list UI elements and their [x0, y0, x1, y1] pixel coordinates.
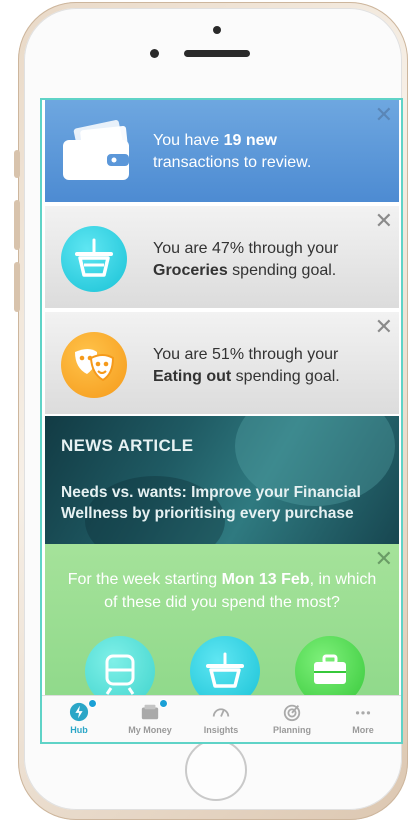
notification-dot [159, 699, 168, 708]
news-title[interactable]: Needs vs. wants: Improve your Financial … [61, 482, 391, 524]
wallet-icon [141, 704, 159, 720]
close-icon[interactable]: ✕ [375, 316, 393, 338]
gauge-icon [212, 708, 230, 717]
groceries-suffix: spending goal. [227, 262, 337, 279]
close-icon[interactable]: ✕ [375, 548, 393, 570]
tab-label: Insights [203, 725, 239, 735]
transactions-suffix: transactions to review. [153, 154, 312, 171]
eating-out-goal-card[interactable]: You are 51% through your Eating out spen… [45, 312, 399, 414]
tab-more[interactable]: More [328, 696, 398, 742]
quiz-question: For the week starting Mon 13 Feb, in whi… [67, 568, 377, 614]
transactions-card[interactable]: You have 19 new transactions to review. … [45, 100, 399, 202]
tab-planning[interactable]: Planning [257, 696, 327, 742]
volume-up-button [14, 200, 20, 250]
bottom-tab-bar: Hub My Money Insights Planning More [42, 695, 401, 742]
tab-label: Planning [273, 725, 311, 735]
close-icon[interactable]: ✕ [375, 210, 393, 232]
groceries-icon-circle [61, 226, 127, 292]
mute-switch [14, 150, 20, 178]
tab-label: My Money [128, 725, 172, 735]
proximity-sensor [150, 49, 159, 58]
eating-out-line1: You are 51% through your [153, 346, 339, 363]
tab-label: More [352, 725, 374, 735]
home-button[interactable] [185, 739, 247, 801]
news-article-card[interactable]: NEWS ARTICLE Needs vs. wants: Improve yo… [45, 416, 399, 544]
transactions-prefix: You have [153, 132, 224, 149]
target-icon [283, 704, 301, 722]
quiz-prefix: For the week starting [67, 571, 222, 588]
groceries-goal-card[interactable]: You are 47% through your Groceries spend… [45, 206, 399, 308]
tab-hub[interactable]: Hub [44, 696, 114, 742]
transactions-count: 19 new [223, 132, 277, 149]
spending-quiz-card: ✕ For the week starting Mon 13 Feb, in w… [45, 544, 399, 706]
groceries-category: Groceries [153, 262, 228, 279]
volume-down-button [14, 262, 20, 312]
eating-out-category: Eating out [153, 368, 232, 385]
quiz-week: Mon 13 Feb [221, 571, 310, 588]
eating-out-icon-circle [61, 332, 127, 398]
tab-my-money[interactable]: My Money [115, 696, 185, 742]
more-dots-icon [355, 711, 371, 715]
wallet-icon [63, 120, 129, 180]
news-label: NEWS ARTICLE [61, 436, 194, 455]
earpiece-speaker [184, 50, 250, 57]
eating-out-message: You are 51% through your Eating out spen… [153, 344, 340, 388]
app-screen: You have 19 new transactions to review. … [40, 98, 403, 744]
lightning-icon [69, 702, 89, 722]
groceries-line1: You are 47% through your [153, 240, 339, 257]
notification-dot [88, 699, 97, 708]
groceries-message: You are 47% through your Groceries spend… [153, 238, 338, 282]
front-camera [213, 26, 221, 34]
eating-out-suffix: spending goal. [231, 368, 340, 385]
theatre-masks-icon [75, 349, 115, 382]
tab-label: Hub [70, 725, 88, 735]
tab-insights[interactable]: Insights [186, 696, 256, 742]
transactions-message: You have 19 new transactions to review. [153, 130, 311, 174]
basket-icon [75, 238, 113, 277]
close-icon[interactable]: ✕ [375, 104, 393, 126]
